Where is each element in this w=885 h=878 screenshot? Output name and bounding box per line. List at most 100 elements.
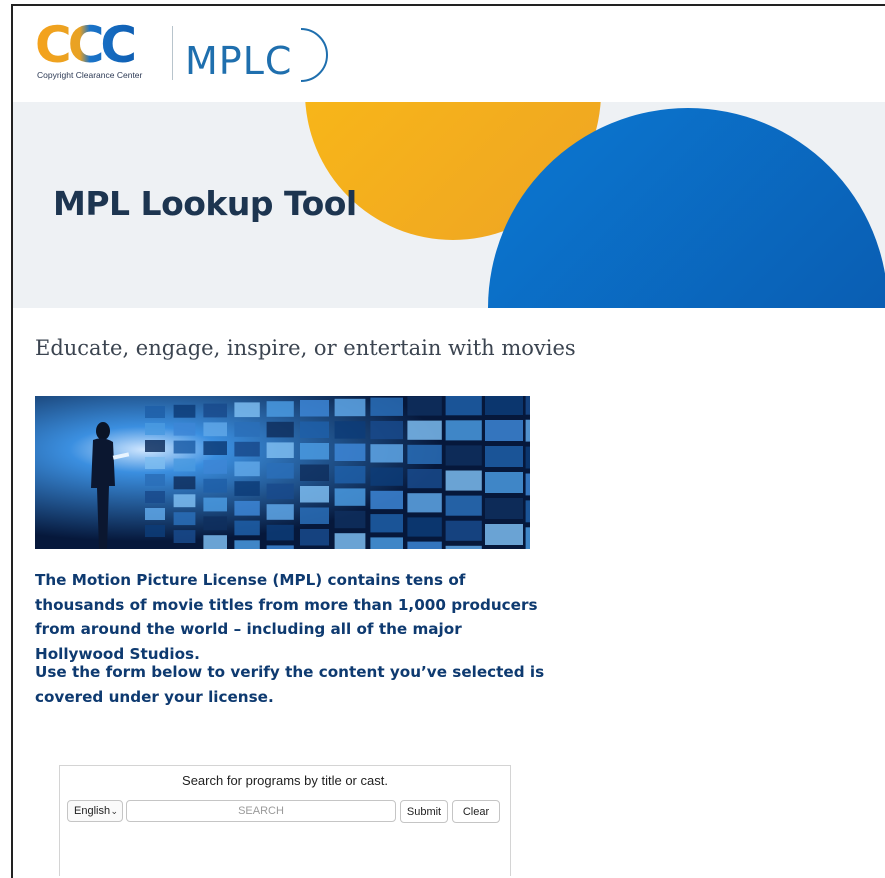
video-tile <box>525 500 530 523</box>
logo-header: CCC Copyright Clearance Center MPLC <box>13 6 885 102</box>
video-tile <box>407 469 442 489</box>
video-tile <box>173 422 196 436</box>
video-tile <box>145 525 165 537</box>
video-tile <box>234 481 260 496</box>
video-tile <box>445 420 482 441</box>
video-tile <box>173 512 196 526</box>
video-tile <box>266 442 294 458</box>
video-tile <box>266 401 294 417</box>
video-tile <box>234 402 260 418</box>
video-tile <box>266 463 294 479</box>
video-tile <box>173 404 196 418</box>
submit-button[interactable]: Submit <box>400 800 448 823</box>
video-tile <box>300 400 329 417</box>
video-tile <box>485 524 523 545</box>
page-title: MPL Lookup Tool <box>53 184 357 223</box>
video-tile <box>266 524 294 541</box>
video-tile <box>407 517 442 537</box>
video-tile <box>334 398 366 417</box>
video-tile <box>525 473 530 496</box>
video-tile <box>234 422 260 437</box>
video-tile <box>234 540 260 549</box>
video-tile <box>145 440 165 452</box>
video-tile <box>485 472 523 493</box>
chevron-down-icon: ⌄ <box>110 806 118 816</box>
search-heading: Search for programs by title or cast. <box>182 773 388 788</box>
video-tile <box>334 510 366 529</box>
video-tile <box>334 533 366 549</box>
video-tile <box>334 488 366 506</box>
video-tile <box>407 444 442 464</box>
video-tile <box>445 396 482 416</box>
section-tagline: Educate, engage, inspire, or entertain w… <box>35 336 576 360</box>
video-tile <box>234 520 260 536</box>
logo-divider <box>172 26 173 80</box>
video-tile <box>370 490 403 510</box>
video-tile <box>407 493 442 513</box>
video-tile <box>266 545 294 549</box>
video-tile <box>485 420 523 441</box>
clear-button[interactable]: Clear <box>452 800 500 823</box>
video-tile <box>145 474 165 486</box>
video-tile <box>370 467 403 486</box>
mplc-arc-icon <box>300 28 328 82</box>
video-tile <box>203 516 227 531</box>
video-tile <box>203 460 227 474</box>
video-tile <box>145 423 165 435</box>
video-tile <box>525 527 530 549</box>
video-tile <box>266 504 294 520</box>
video-tile <box>173 530 196 543</box>
video-tile <box>203 441 227 455</box>
search-input[interactable] <box>126 800 396 822</box>
video-tile <box>407 541 442 549</box>
video-tile <box>173 458 196 472</box>
video-tile <box>300 421 329 438</box>
video-tile <box>300 464 329 481</box>
video-tile <box>445 520 482 541</box>
video-tile <box>266 483 294 500</box>
video-tile <box>445 470 482 491</box>
ccc-logo-text: CCC <box>35 20 134 74</box>
video-tile <box>234 500 260 516</box>
language-select[interactable]: English ⌄ <box>67 800 123 822</box>
video-tile <box>334 421 366 439</box>
video-tile <box>407 420 442 440</box>
description-paragraph: The Motion Picture License (MPL) contain… <box>35 571 538 663</box>
video-tile <box>300 443 329 460</box>
video-tile <box>173 440 196 454</box>
video-tile <box>300 507 329 524</box>
video-tile <box>266 421 294 438</box>
video-tile <box>334 466 366 484</box>
video-tile <box>145 457 165 469</box>
video-tile <box>485 396 523 415</box>
video-tile <box>203 497 227 512</box>
video-tile <box>145 491 165 503</box>
language-select-value: English <box>74 805 111 817</box>
hero-image <box>35 396 530 549</box>
video-tile <box>173 476 196 490</box>
video-tile <box>370 420 403 440</box>
video-tile <box>334 443 366 461</box>
video-tile <box>203 422 227 437</box>
video-tile <box>234 461 260 477</box>
video-tile <box>445 545 482 549</box>
video-tile <box>234 441 260 457</box>
video-tile <box>300 529 329 546</box>
video-tile <box>525 396 530 415</box>
video-tile <box>203 478 227 493</box>
video-tile <box>485 498 523 519</box>
video-tile <box>525 446 530 469</box>
video-tile <box>203 535 227 549</box>
video-tile <box>370 397 403 416</box>
video-tile <box>445 445 482 466</box>
video-tile <box>407 396 442 416</box>
mplc-logo-text: MPLC <box>185 39 292 83</box>
video-tile <box>445 495 482 516</box>
search-widget: Search for programs by title or cast. En… <box>59 765 511 876</box>
video-tile <box>300 486 329 503</box>
video-tile <box>370 537 403 549</box>
instruction-paragraph: Use the form below to verify the content… <box>35 663 545 706</box>
mplc-logo[interactable]: MPLC <box>183 26 333 84</box>
ccc-logo-tagline: Copyright Clearance Center <box>37 70 143 80</box>
video-tile <box>203 403 227 418</box>
